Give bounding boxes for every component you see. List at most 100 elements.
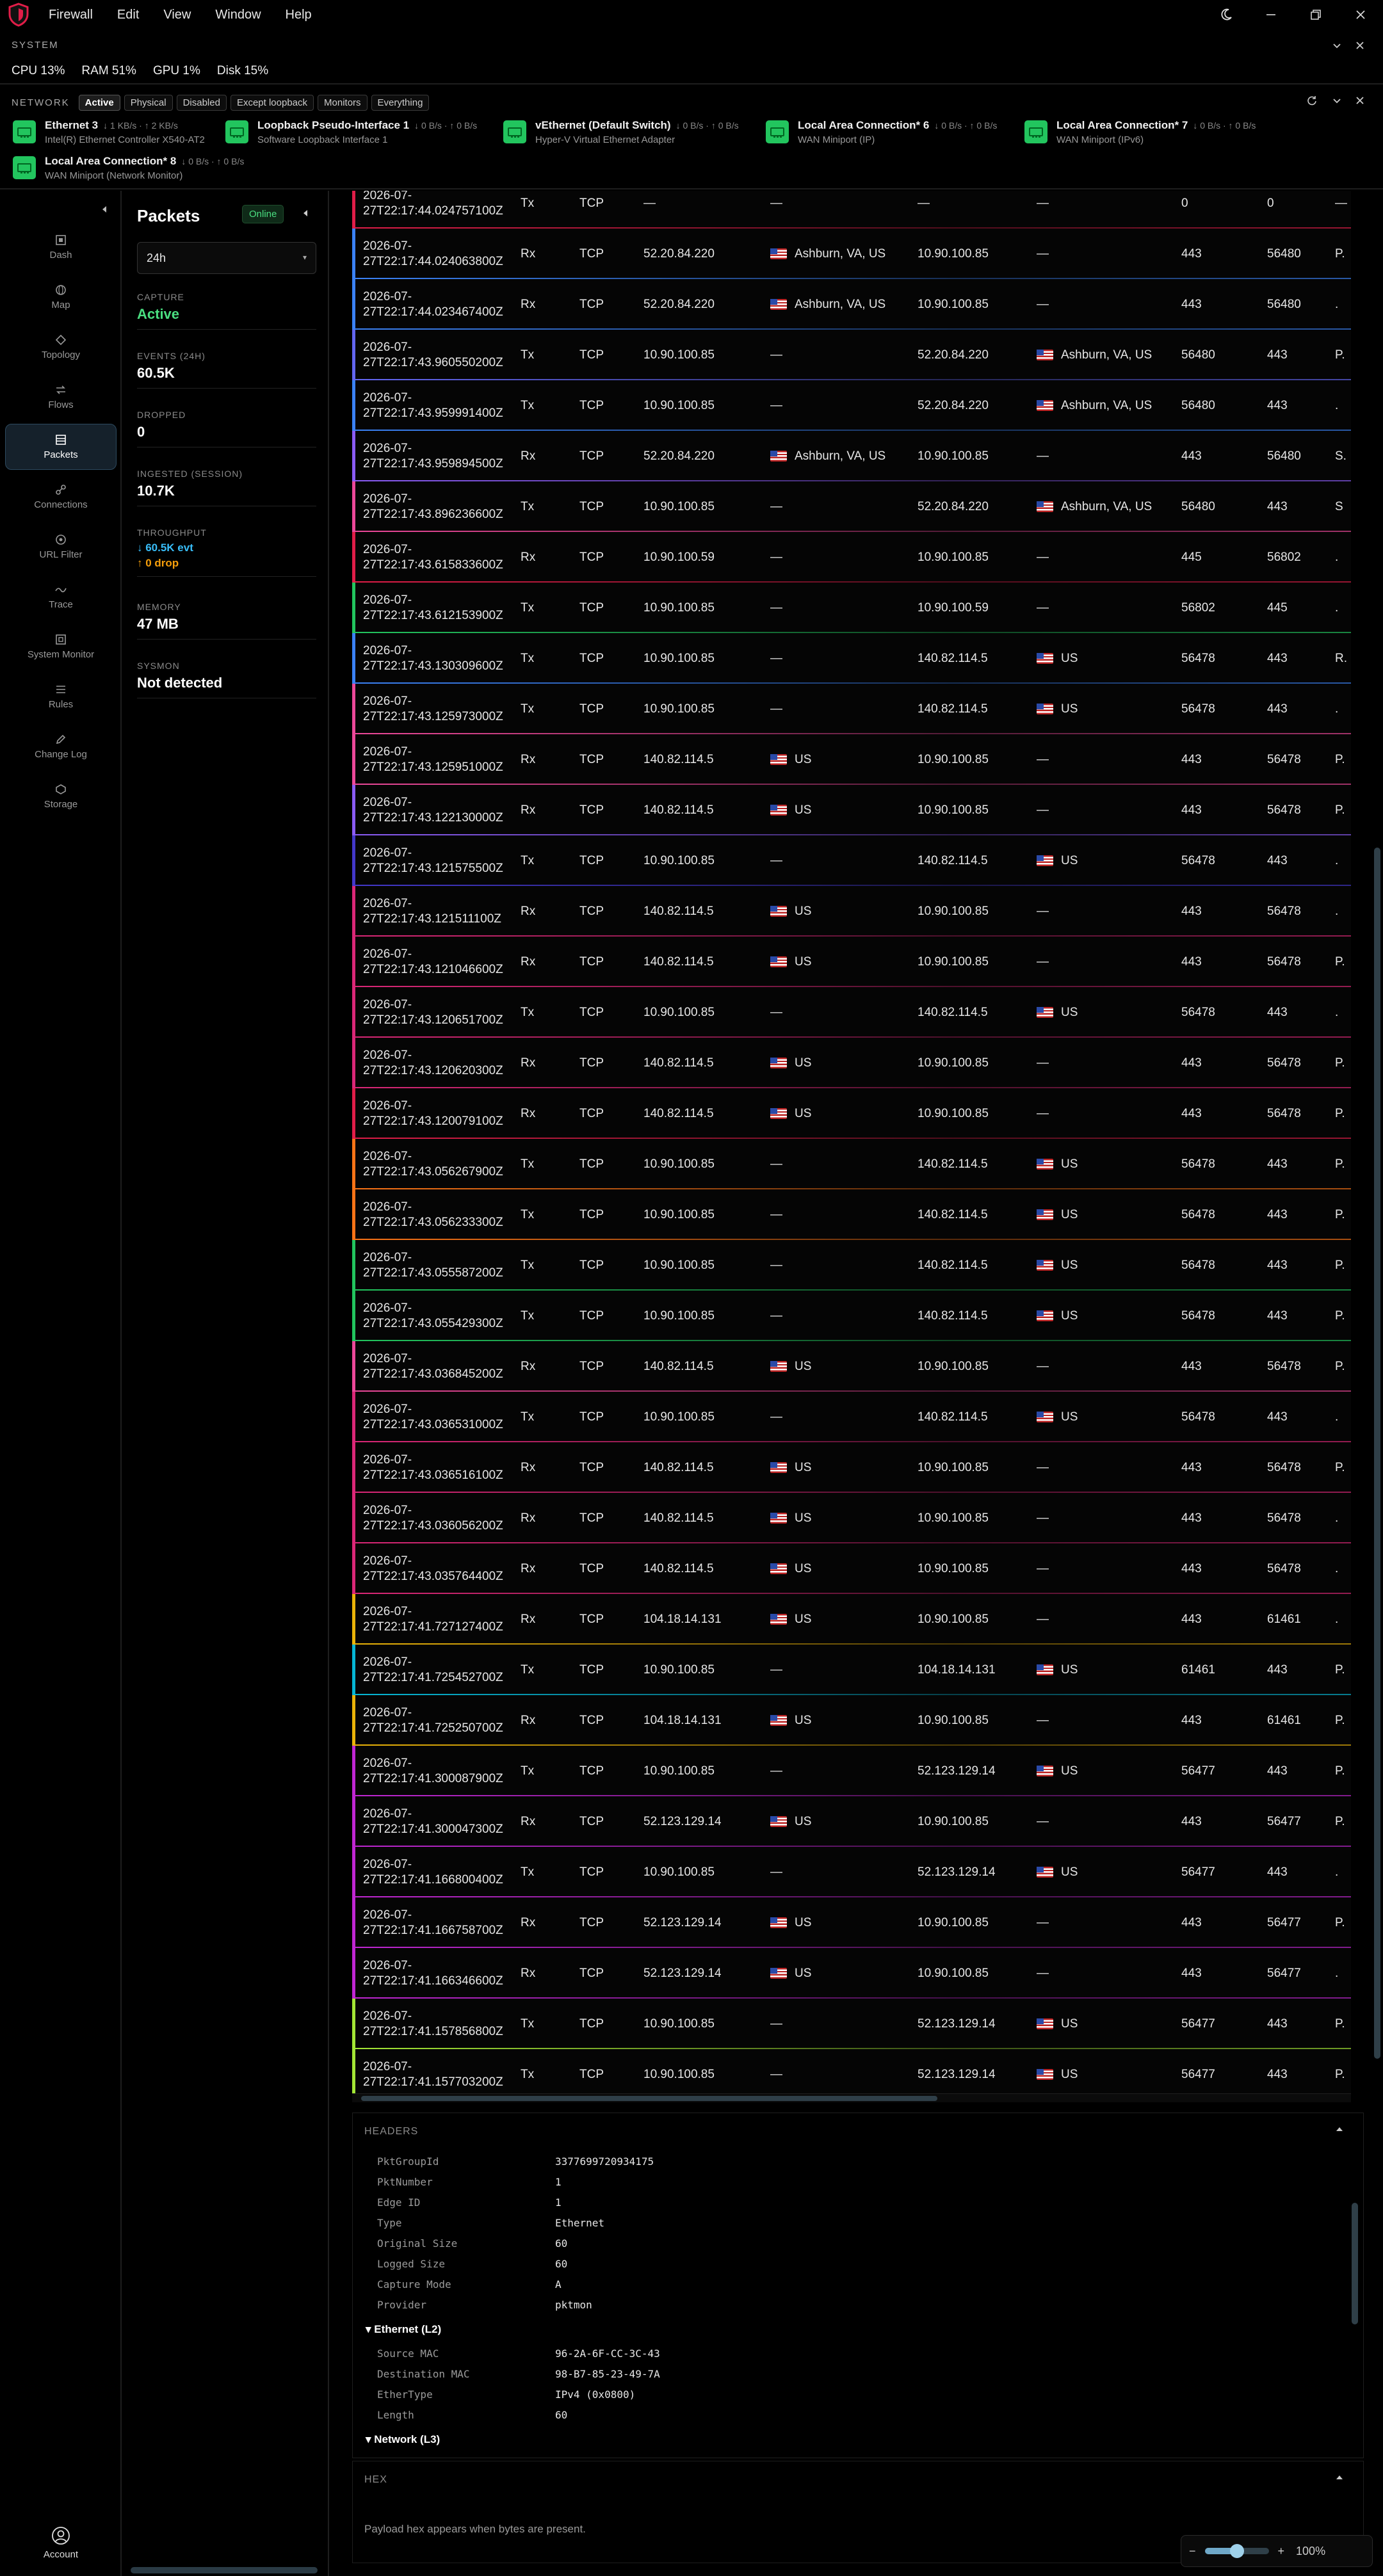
restore-button[interactable] bbox=[1293, 0, 1338, 29]
theme-toggle-button[interactable] bbox=[1204, 0, 1249, 29]
sidebar-scrollbar[interactable] bbox=[131, 2567, 318, 2573]
filter-except-loopback[interactable]: Except loopback bbox=[230, 95, 314, 111]
nav-change-log[interactable]: Change Log bbox=[5, 723, 117, 769]
table-row[interactable]: 2026-07- 27T22:17:43.036516100Z Rx TCP 140.8… bbox=[352, 1442, 1351, 1493]
filter-monitors[interactable]: Monitors bbox=[318, 95, 368, 111]
nav-topology[interactable]: Topology bbox=[5, 324, 117, 370]
menu-view[interactable]: View bbox=[163, 8, 191, 22]
menu-help[interactable]: Help bbox=[286, 8, 312, 22]
adapter-card[interactable]: Local Area Connection* 6 ↓ 0 B/s · ↑ 0 B/… bbox=[766, 119, 997, 145]
table-row[interactable]: 2026-07- 27T22:17:43.121511100Z Rx TCP 140.8… bbox=[352, 886, 1351, 937]
table-row[interactable]: 2026-07- 27T22:17:43.959894500Z Rx TCP 52.20… bbox=[352, 431, 1351, 482]
filter-physical[interactable]: Physical bbox=[124, 95, 173, 111]
table-horizontal-scrollbar[interactable] bbox=[352, 2093, 1351, 2102]
zoom-slider[interactable] bbox=[1204, 2544, 1269, 2558]
ethernet-l2-section[interactable]: ▾ Ethernet (L2) bbox=[366, 2323, 441, 2336]
table-row[interactable]: 2026-07- 27T22:17:43.036056200Z Rx TCP 140.8… bbox=[352, 1493, 1351, 1544]
table-row[interactable]: 2026-07- 27T22:17:43.036845200Z Rx TCP 140.8… bbox=[352, 1341, 1351, 1392]
table-row[interactable]: 2026-07- 27T22:17:41.725250700Z Rx TCP 104.1… bbox=[352, 1695, 1351, 1746]
nav-rules[interactable]: Rules bbox=[5, 673, 117, 720]
zoom-in-button[interactable]: + bbox=[1278, 2545, 1285, 2558]
src-cell: 10.90.100.85 bbox=[643, 1240, 715, 1291]
table-row[interactable]: 2026-07- 27T22:17:43.120079100Z Rx TCP 140.8… bbox=[352, 1088, 1351, 1139]
table-row[interactable]: 2026-07- 27T22:17:43.959991400Z Tx TCP 10.90… bbox=[352, 380, 1351, 431]
table-row[interactable]: 2026-07- 27T22:17:43.055429300Z Tx TCP 10.90… bbox=[352, 1291, 1351, 1342]
sport-cell: 443 bbox=[1181, 1695, 1202, 1746]
table-row[interactable]: 2026-07- 27T22:17:43.615833600Z Rx TCP 10.90… bbox=[352, 532, 1351, 583]
nav-trace[interactable]: Trace bbox=[5, 574, 117, 620]
filter-active[interactable]: Active bbox=[78, 95, 120, 111]
table-row[interactable]: 2026-07- 27T22:17:44.024063800Z Rx TCP 52.20… bbox=[352, 229, 1351, 280]
table-row[interactable]: 2026-07- 27T22:17:41.166758700Z Rx TCP 52.12… bbox=[352, 1897, 1351, 1949]
scrollbar-thumb[interactable] bbox=[361, 2096, 937, 2101]
headers-collapse-button[interactable] bbox=[1335, 2123, 1344, 2137]
table-vertical-scrollbar[interactable] bbox=[1374, 848, 1380, 2059]
adapter-card[interactable]: Loopback Pseudo-Interface 1 ↓ 0 B/s · ↑ 0… bbox=[225, 119, 477, 145]
nav-flows[interactable]: Flows bbox=[5, 374, 117, 420]
table-row[interactable]: 2026-07- 27T22:17:43.125973000Z Tx TCP 10.90… bbox=[352, 684, 1351, 735]
nav-url-filter[interactable]: URL Filter bbox=[5, 524, 117, 570]
src-geo-value: US bbox=[795, 1713, 812, 1727]
table-row[interactable]: 2026-07- 27T22:17:43.056267900Z Tx TCP 10.90… bbox=[352, 1139, 1351, 1190]
table-row[interactable]: 2026-07- 27T22:17:43.035764400Z Rx TCP 140.8… bbox=[352, 1543, 1351, 1595]
headers-scrollbar[interactable] bbox=[1352, 2203, 1358, 2324]
close-window-button[interactable] bbox=[1338, 0, 1383, 29]
nav-account[interactable]: Account bbox=[5, 2520, 117, 2566]
table-row[interactable]: 2026-07- 27T22:17:43.120620300Z Rx TCP 140.8… bbox=[352, 1038, 1351, 1089]
table-row[interactable]: 2026-07- 27T22:17:43.612153900Z Tx TCP 10.90… bbox=[352, 583, 1351, 634]
menu-firewall[interactable]: Firewall bbox=[49, 8, 93, 22]
table-row[interactable]: 2026-07- 27T22:17:41.157856800Z Tx TCP 10.90… bbox=[352, 1999, 1351, 2050]
network-collapse-button[interactable] bbox=[1332, 95, 1342, 109]
table-row[interactable]: 2026-07- 27T22:17:43.121575500Z Tx TCP 10.90… bbox=[352, 835, 1351, 887]
zoom-out-button[interactable]: − bbox=[1189, 2545, 1196, 2558]
adapter-card[interactable]: Local Area Connection* 7 ↓ 0 B/s · ↑ 0 B/… bbox=[1024, 119, 1256, 145]
network-close-button[interactable] bbox=[1355, 95, 1365, 109]
system-close-button[interactable] bbox=[1355, 40, 1365, 54]
network-refresh-button[interactable] bbox=[1306, 95, 1318, 110]
table-row[interactable]: 2026-07- 27T22:17:41.157703200Z Tx TCP 10.90… bbox=[352, 2049, 1351, 2093]
table-row[interactable]: 2026-07- 27T22:17:43.896236600Z Tx TCP 10.90… bbox=[352, 481, 1351, 533]
dst-value: 52.123.129.14 bbox=[918, 2017, 996, 2031]
hex-collapse-button[interactable] bbox=[1335, 2472, 1344, 2485]
table-row[interactable]: 2026-07- 27T22:17:43.121046600Z Rx TCP 140.8… bbox=[352, 937, 1351, 988]
menu-window[interactable]: Window bbox=[215, 8, 261, 22]
nav-packets[interactable]: Packets bbox=[5, 424, 117, 470]
time-range-select[interactable]: 24h ▾ bbox=[137, 242, 316, 274]
nav-system-monitor[interactable]: System Monitor bbox=[5, 624, 117, 670]
table-row[interactable]: 2026-07- 27T22:17:43.120651700Z Tx TCP 10.90… bbox=[352, 987, 1351, 1038]
nav-storage[interactable]: Storage bbox=[5, 773, 117, 819]
zoom-slider-handle[interactable] bbox=[1229, 2544, 1244, 2558]
system-collapse-button[interactable] bbox=[1332, 40, 1342, 54]
table-row[interactable]: 2026-07- 27T22:17:43.055587200Z Tx TCP 10.90… bbox=[352, 1240, 1351, 1291]
table-row[interactable]: 2026-07- 27T22:17:44.023467400Z Rx TCP 52.20… bbox=[352, 279, 1351, 330]
adapter-card[interactable]: Local Area Connection* 8 ↓ 0 B/s · ↑ 0 B/… bbox=[13, 155, 244, 181]
adapter-card[interactable]: Ethernet 3 ↓ 1 KB/s · ↑ 2 KB/s Intel(R) E… bbox=[13, 119, 205, 145]
table-row[interactable]: 2026-07- 27T22:17:41.725452700Z Tx TCP 10.90… bbox=[352, 1645, 1351, 1696]
table-row[interactable]: 2026-07- 27T22:17:41.727127400Z Rx TCP 104.1… bbox=[352, 1594, 1351, 1645]
adapter-rate: ↓ 0 B/s · ↑ 0 B/s bbox=[414, 120, 478, 131]
nav-connections[interactable]: Connections bbox=[5, 474, 117, 520]
table-row[interactable]: 2026-07- 27T22:17:41.166346600Z Rx TCP 52.12… bbox=[352, 1948, 1351, 1999]
nav-map[interactable]: Map bbox=[5, 274, 117, 320]
table-row[interactable]: 2026-07- 27T22:17:43.130309600Z Tx TCP 10.90… bbox=[352, 633, 1351, 684]
table-row[interactable]: 2026-07- 27T22:17:43.036531000Z Tx TCP 10.90… bbox=[352, 1392, 1351, 1443]
network-l3-section[interactable]: ▾ Network (L3) bbox=[366, 2433, 440, 2446]
minimize-button[interactable] bbox=[1249, 0, 1293, 29]
filter-everything[interactable]: Everything bbox=[371, 95, 430, 111]
nav-dash[interactable]: Dash bbox=[5, 224, 117, 270]
adapter-card[interactable]: vEthernet (Default Switch) ↓ 0 B/s · ↑ 0 … bbox=[503, 119, 739, 145]
table-row[interactable]: 2026-07- 27T22:17:43.056233300Z Tx TCP 10.90… bbox=[352, 1189, 1351, 1241]
table-row[interactable]: 2026-07- 27T22:17:43.122130000Z Rx TCP 140.8… bbox=[352, 785, 1351, 836]
dst-geo-value: — bbox=[1037, 1106, 1049, 1120]
table-row[interactable]: 2026-07- 27T22:17:43.960550200Z Tx TCP 10.90… bbox=[352, 330, 1351, 381]
menu-edit[interactable]: Edit bbox=[117, 8, 139, 22]
table-row[interactable]: 2026-07- 27T22:17:41.300087900Z Tx TCP 10.90… bbox=[352, 1746, 1351, 1797]
table-row[interactable]: 2026-07- 27T22:17:41.300047300Z Rx TCP 52.12… bbox=[352, 1796, 1351, 1847]
nav-collapse-button[interactable] bbox=[100, 204, 109, 217]
proto-value: TCP bbox=[579, 1308, 604, 1323]
panel-collapse-button[interactable] bbox=[301, 207, 310, 221]
table-row[interactable]: 2026-07- 27T22:17:43.125951000Z Rx TCP 140.8… bbox=[352, 734, 1351, 785]
filter-disabled[interactable]: Disabled bbox=[176, 95, 227, 111]
table-row[interactable]: 2026-07- 27T22:17:44.024757100Z Tx TCP — — — — 0… bbox=[352, 191, 1351, 229]
table-row[interactable]: 2026-07- 27T22:17:41.166800400Z Tx TCP 10.90… bbox=[352, 1847, 1351, 1898]
